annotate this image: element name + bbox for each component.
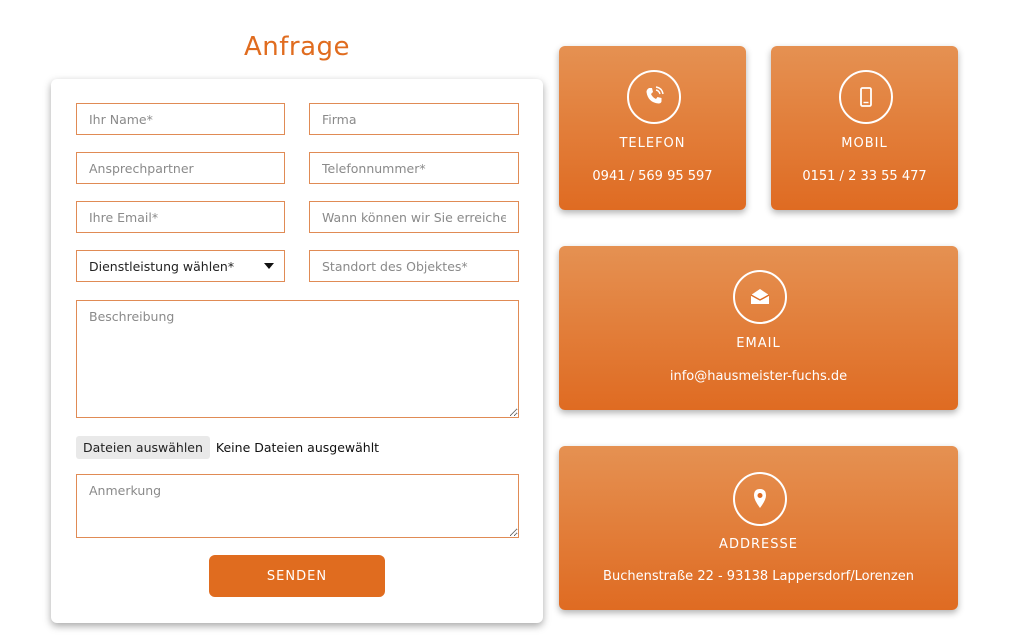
address-value: Buchenstraße 22 - 93138 Lappersdorf/Lore… xyxy=(603,569,914,584)
reachable-time-input[interactable] xyxy=(309,201,519,233)
phone-label: TELEFON xyxy=(619,136,686,151)
location-pin-icon xyxy=(732,472,787,526)
location-input[interactable] xyxy=(309,250,519,282)
file-upload: Dateien auswählen Keine Dateien ausgewäh… xyxy=(76,436,379,459)
contact-person-input[interactable] xyxy=(76,152,285,184)
mobile-icon xyxy=(838,70,893,124)
description-textarea[interactable] xyxy=(76,300,519,418)
choose-files-button[interactable]: Dateien auswählen xyxy=(76,436,210,459)
mobile-label: MOBIL xyxy=(841,136,888,151)
envelope-icon xyxy=(732,270,787,324)
phone-number: 0941 / 569 95 597 xyxy=(592,169,713,184)
file-status: Keine Dateien ausgewählt xyxy=(215,440,380,455)
phone-icon xyxy=(626,70,681,124)
inquiry-form: Dienstleistung wählen* Dateien auswählen… xyxy=(51,79,543,623)
caret-down-icon xyxy=(264,263,274,269)
email-card[interactable]: EMAIL info@hausmeister-fuchs.de xyxy=(559,246,958,410)
phone-card[interactable]: TELEFON 0941 / 569 95 597 xyxy=(559,46,746,210)
note-textarea[interactable] xyxy=(76,474,519,538)
mobile-card[interactable]: MOBIL 0151 / 2 33 55 477 xyxy=(771,46,958,210)
form-title: Anfrage xyxy=(243,32,351,62)
name-input[interactable] xyxy=(76,103,285,135)
address-card[interactable]: ADDRESSE Buchenstraße 22 - 93138 Lappers… xyxy=(559,446,958,610)
address-label: ADDRESSE xyxy=(719,537,798,552)
mobile-number: 0151 / 2 33 55 477 xyxy=(802,169,927,184)
phone-input[interactable] xyxy=(309,152,519,184)
service-select-value: Dienstleistung wählen* xyxy=(89,258,235,274)
send-button[interactable]: SENDEN xyxy=(209,555,385,597)
company-input[interactable] xyxy=(309,103,519,135)
service-select[interactable]: Dienstleistung wählen* xyxy=(76,250,285,282)
email-input[interactable] xyxy=(76,201,285,233)
email-label: EMAIL xyxy=(736,336,781,351)
email-address: info@hausmeister-fuchs.de xyxy=(669,369,848,384)
